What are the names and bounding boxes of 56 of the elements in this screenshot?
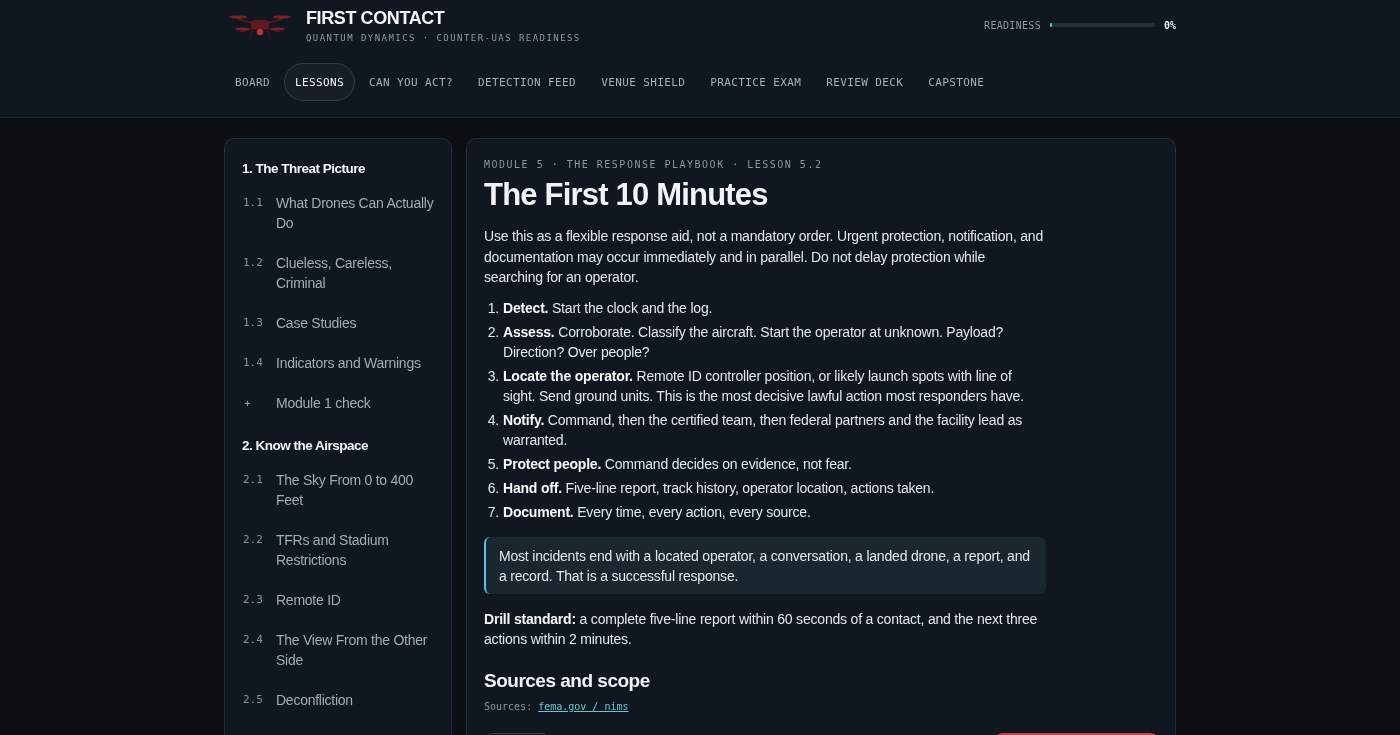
nav-tab[interactable]: REVIEW DECK — [815, 63, 915, 101]
step-text: Hand off. Five-line report, track history, operator location, actions taken. — [503, 478, 935, 498]
step-text: Document. Every time, every action, every source. — [503, 502, 811, 522]
lesson-number: 2.1 — [242, 472, 263, 488]
nav-tab[interactable]: LESSONS — [284, 63, 356, 101]
lesson-link[interactable]: The Sky From 0 to 400 Feet — [276, 470, 438, 510]
step-text: Detect. Start the clock and the log. — [503, 298, 713, 318]
app-subtitle: QUANTUM DYNAMICS · COUNTER-UAS READINESS — [306, 32, 581, 44]
lesson-number: 2.2 — [242, 532, 263, 548]
breadcrumb: MODULE 5 · THE RESPONSE PLAYBOOK · LESSON 5.2 — [484, 158, 824, 172]
step-text: Notify. Command, then the certified team, then federal partners and the facility lead as warranted. — [503, 410, 1024, 450]
step-text: Assess. Corroborate. Classify the aircraft. Start the operator at unknown. Payload? Direction? Over people? — [503, 322, 1005, 362]
readiness-value: 0% — [1163, 19, 1176, 31]
lesson-link[interactable]: Remote ID — [276, 590, 341, 610]
lesson-link[interactable]: Deconfliction — [276, 690, 353, 710]
sparkle-icon — [244, 400, 251, 407]
lesson-link[interactable]: Case Studies — [276, 313, 357, 333]
lesson-number: 2.3 — [242, 592, 263, 608]
lesson-link[interactable]: Clueless, Careless, Criminal — [276, 253, 438, 293]
callout-note: Most incidents end with a located operator, a conversation, a landed drone, a report, and a record. That is a successful response. — [484, 536, 1046, 594]
step-number: 1. — [486, 298, 499, 318]
lesson-number: 1.2 — [242, 255, 263, 271]
nav-tab[interactable]: BOARD — [224, 63, 281, 101]
lesson-number: 2.4 — [242, 632, 263, 648]
section-heading: Sources and scope — [484, 668, 651, 693]
nav-tab[interactable]: DETECTION FEED — [467, 63, 588, 101]
app-title: FIRST CONTACT — [306, 6, 446, 29]
drill-paragraph: Drill standard: a complete five-line report within 60 seconds of a contact, and the next three actions within 2 minutes. — [484, 609, 1039, 649]
nav-tab[interactable]: VENUE SHIELD — [590, 63, 697, 101]
step-text: Locate the operator. Remote ID controller position, or likely launch spots with line of sight. Send ground units. This is the most decisive lawful action most responders have. — [503, 366, 1025, 406]
lesson-number: 1.4 — [242, 355, 263, 371]
nav-tab[interactable]: PRACTICE EXAM — [699, 63, 813, 101]
lesson-number: 1.1 — [242, 195, 263, 211]
step-text: Protect people. Command decides on evidence, not fear. — [503, 454, 852, 474]
readiness-label: READINESS — [984, 19, 1041, 31]
lesson-number: 2.5 — [242, 692, 263, 708]
page-heading: The First 10 Minutes — [484, 176, 769, 214]
lesson-number: 1.3 — [242, 315, 263, 331]
lesson-link[interactable]: The View From the Other Side — [276, 630, 438, 670]
step-number: 6. — [486, 478, 499, 498]
intro-paragraph: Use this as a flexible response aid, not a mandatory order. Urgent protection, notification, and documentation may occur immediately and in parallel. Do not delay protection while searching for an operator. — [484, 227, 1045, 287]
step-number: 5. — [486, 454, 499, 474]
lesson-link[interactable]: TFRs and Stadium Restrictions — [276, 530, 438, 570]
nav-tab[interactable]: CAN YOU ACT? — [358, 63, 465, 101]
step-number: 4. — [486, 410, 499, 430]
check-link[interactable]: Module 1 check — [276, 393, 371, 413]
sources-label: Sources: — [484, 700, 533, 713]
source-link[interactable]: fema.gov / nims — [538, 700, 629, 713]
lesson-link[interactable]: What Drones Can Actually Do — [276, 193, 438, 233]
module-heading: 2. Know the Airspace — [242, 437, 370, 455]
lesson-link[interactable]: Indicators and Warnings — [276, 353, 421, 373]
step-number: 7. — [486, 502, 499, 522]
module-heading: 1. The Threat Picture — [242, 160, 367, 178]
step-number: 3. — [486, 366, 499, 386]
step-number: 2. — [486, 322, 499, 342]
nav-tab[interactable]: CAPSTONE — [917, 63, 996, 101]
